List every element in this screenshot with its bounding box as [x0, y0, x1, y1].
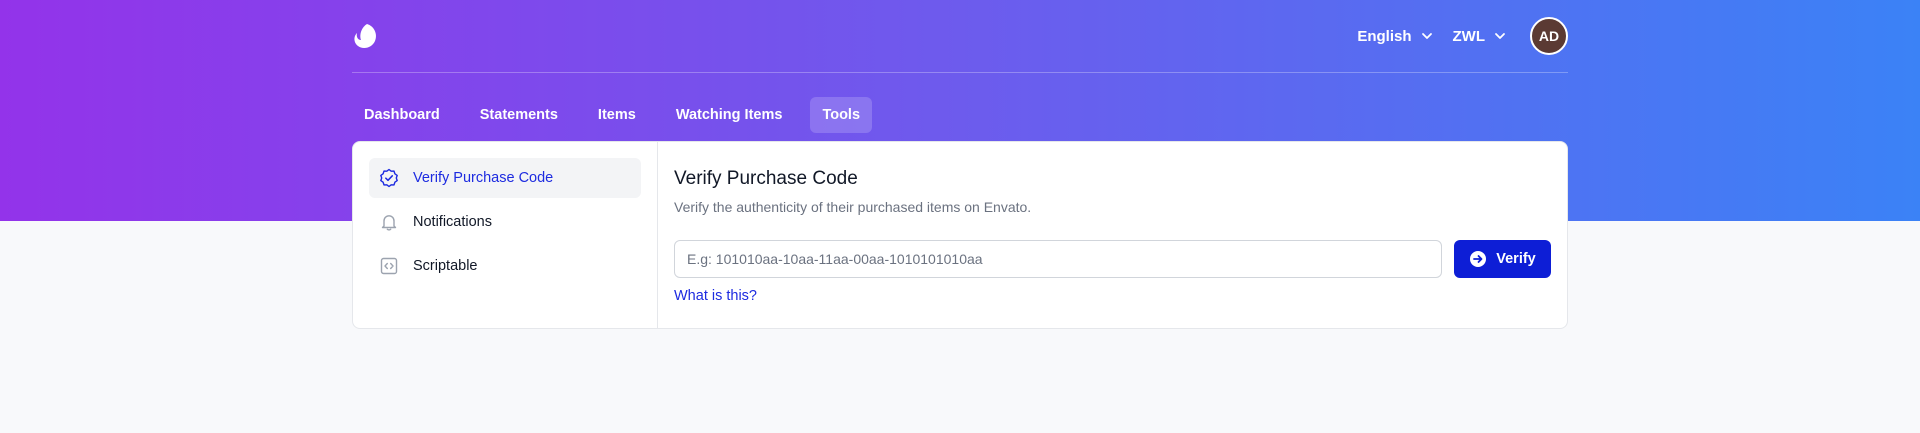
language-dropdown[interactable]: English	[1357, 28, 1432, 45]
nav-dashboard[interactable]: Dashboard	[352, 97, 452, 133]
sidebar-item-verify-purchase-code[interactable]: Verify Purchase Code	[369, 158, 641, 198]
nav-watching-items[interactable]: Watching Items	[664, 97, 795, 133]
badge-check-icon	[379, 168, 399, 188]
page-title: Verify Purchase Code	[674, 168, 858, 189]
code-icon	[379, 256, 399, 276]
verify-button-label: Verify	[1496, 251, 1536, 267]
language-label: English	[1357, 27, 1412, 45]
sidebar-item-label: Notifications	[413, 214, 492, 230]
arrow-right-circle-icon	[1469, 250, 1487, 268]
verify-form: Verify	[674, 240, 1551, 278]
tools-sidebar: Verify Purchase Code Notifications Scrip…	[353, 142, 658, 328]
sidebar-item-scriptable[interactable]: Scriptable	[369, 246, 641, 286]
avatar[interactable]: AD	[1530, 17, 1568, 55]
sidebar-item-label: Scriptable	[413, 258, 478, 274]
topbar-controls: English ZWL AD	[1357, 17, 1568, 55]
nav-tools[interactable]: Tools	[810, 96, 873, 133]
main-nav: Dashboard Statements Items Watching Item…	[352, 73, 1568, 141]
header-container: English ZWL AD Dashboard Statements Item…	[352, 0, 1568, 141]
currency-dropdown[interactable]: ZWL	[1453, 28, 1506, 45]
envato-leaf-icon[interactable]	[353, 22, 379, 50]
currency-label: ZWL	[1452, 27, 1485, 45]
what-is-this-link[interactable]: What is this?	[674, 288, 757, 304]
sidebar-item-label: Verify Purchase Code	[413, 170, 554, 186]
verify-panel: Verify Purchase Code Verify the authenti…	[658, 142, 1567, 328]
bell-icon	[379, 212, 399, 232]
sidebar-item-notifications[interactable]: Notifications	[369, 202, 641, 242]
chevron-down-icon	[1421, 30, 1433, 42]
page-subtitle: Verify the authenticity of their purchas…	[674, 199, 1032, 215]
tools-card: Verify Purchase Code Notifications Scrip…	[352, 141, 1568, 329]
nav-statements[interactable]: Statements	[468, 97, 570, 133]
top-bar: English ZWL AD	[352, 0, 1568, 73]
nav-items[interactable]: Items	[586, 97, 648, 133]
verify-button[interactable]: Verify	[1454, 240, 1551, 278]
purchase-code-input[interactable]	[674, 240, 1442, 278]
chevron-down-icon	[1494, 30, 1506, 42]
